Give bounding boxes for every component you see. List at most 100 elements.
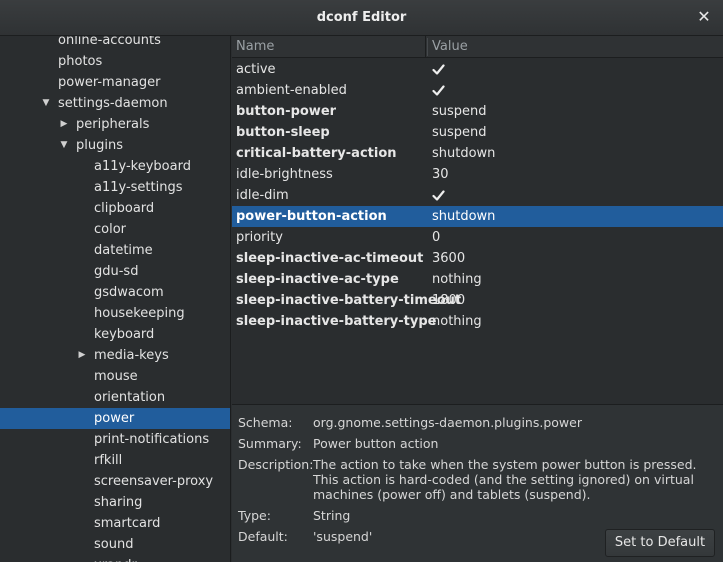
tree-item-keyboard[interactable]: keyboard — [0, 324, 230, 345]
tree-item-a11y-keyboard[interactable]: a11y-keyboard — [0, 156, 230, 177]
tree-item-label: keyboard — [94, 327, 155, 342]
set-to-default-button[interactable]: Set to Default — [605, 529, 715, 557]
key-name: idle-dim — [236, 188, 289, 203]
summary-label: Summary: — [238, 436, 302, 451]
key-row-active[interactable]: active — [232, 59, 723, 80]
key-row-sleep-inactive-ac-type[interactable]: sleep-inactive-ac-type nothing — [232, 269, 723, 290]
key-value[interactable]: 1800 — [432, 290, 465, 311]
tree-item-settings-daemon[interactable]: ▼ settings-daemon — [0, 93, 230, 114]
tree-item-label: clipboard — [94, 201, 155, 216]
tree-item-sharing[interactable]: sharing — [0, 492, 230, 513]
expander-open-icon[interactable]: ▼ — [40, 93, 52, 114]
key-value[interactable]: shutdown — [432, 143, 495, 164]
tree-item-housekeeping[interactable]: housekeeping — [0, 303, 230, 324]
expander-closed-icon[interactable]: ▶ — [76, 345, 88, 366]
tree-item-photos[interactable]: photos — [0, 51, 230, 72]
tree-item-label: online-accounts — [58, 36, 161, 48]
schema-tree[interactable]: online-accounts photos power-manager ▼ sett… — [0, 36, 231, 562]
type-value: String — [313, 508, 351, 523]
key-name: priority — [236, 230, 283, 245]
key-value[interactable]: suspend — [432, 101, 487, 122]
tree-item-mouse[interactable]: mouse — [0, 366, 230, 387]
column-header-name[interactable]: Name — [236, 36, 426, 58]
key-name: sleep-inactive-battery-timeout — [236, 293, 462, 308]
key-row-sleep-inactive-ac-timeout[interactable]: sleep-inactive-ac-timeout 3600 — [232, 248, 723, 269]
expander-open-icon[interactable]: ▼ — [58, 135, 70, 156]
keys-table[interactable]: Name Value active ambient-enabled button-p… — [232, 36, 723, 404]
key-row-sleep-inactive-battery-timeout[interactable]: sleep-inactive-battery-timeout 1800 — [232, 290, 723, 311]
description-label: Description: — [238, 457, 314, 472]
key-row-button-sleep[interactable]: button-sleep suspend — [232, 122, 723, 143]
key-name: button-power — [236, 104, 337, 119]
column-separator — [427, 38, 428, 56]
tree-item-label: screensaver-proxy — [94, 474, 214, 489]
tree-item-label: a11y-keyboard — [94, 159, 191, 174]
tree-item-orientation[interactable]: orientation — [0, 387, 230, 408]
tree-item-label: sound — [94, 537, 134, 552]
tree-item-label: color — [94, 222, 127, 237]
tree-item-xrandr[interactable]: xrandr — [0, 555, 230, 562]
table-header: Name Value — [232, 36, 723, 58]
key-row-button-power[interactable]: button-power suspend — [232, 101, 723, 122]
tree-item-print-notifications[interactable]: print-notifications — [0, 429, 230, 450]
tree-item-label: xrandr — [94, 555, 137, 562]
tree-item-label: a11y-settings — [94, 180, 183, 195]
tree-item-gsdwacom[interactable]: gsdwacom — [0, 282, 230, 303]
key-name: sleep-inactive-ac-timeout — [236, 251, 424, 266]
key-row-idle-dim[interactable]: idle-dim — [232, 185, 723, 206]
tree-item-a11y-settings[interactable]: a11y-settings — [0, 177, 230, 198]
key-name: sleep-inactive-ac-type — [236, 272, 399, 287]
tree-item-color[interactable]: color — [0, 219, 230, 240]
schema-label: Schema: — [238, 415, 293, 430]
tree-item-power[interactable]: power — [0, 408, 230, 429]
key-value[interactable]: nothing — [432, 311, 482, 332]
key-value[interactable]: 3600 — [432, 248, 465, 269]
tree-item-label: power-manager — [58, 75, 161, 90]
schema-value: org.gnome.settings-daemon.plugins.power — [313, 415, 582, 430]
key-value[interactable]: shutdown — [432, 206, 495, 227]
expander-closed-icon[interactable]: ▶ — [58, 114, 70, 135]
tree-item-label: peripherals — [76, 117, 150, 132]
tree-item-clipboard[interactable]: clipboard — [0, 198, 230, 219]
tree-item-label: rfkill — [94, 453, 123, 468]
tree-item-gdu-sd[interactable]: gdu-sd — [0, 261, 230, 282]
tree-item-sound[interactable]: sound — [0, 534, 230, 555]
key-row-sleep-inactive-battery-type[interactable]: sleep-inactive-battery-type nothing — [232, 311, 723, 332]
key-row-idle-brightness[interactable]: idle-brightness 30 — [232, 164, 723, 185]
column-header-value[interactable]: Value — [432, 36, 468, 58]
tree-item-plugins[interactable]: ▼ plugins — [0, 135, 230, 156]
tree-item-label: sharing — [94, 495, 143, 510]
key-value[interactable]: 0 — [432, 227, 440, 248]
tree-item-label: photos — [58, 54, 103, 69]
tree-item-label: orientation — [94, 390, 166, 405]
tree-item-label: settings-daemon — [58, 96, 168, 111]
tree-item-smartcard[interactable]: smartcard — [0, 513, 230, 534]
tree-item-rfkill[interactable]: rfkill — [0, 450, 230, 471]
tree-item-label: print-notifications — [94, 432, 210, 447]
tree-item-power-manager[interactable]: power-manager — [0, 72, 230, 93]
key-value[interactable]: nothing — [432, 269, 482, 290]
tree-item-label: media-keys — [94, 348, 169, 363]
tree-item-media-keys[interactable]: ▶ media-keys — [0, 345, 230, 366]
close-icon[interactable]: ✕ — [695, 8, 713, 26]
tree-item-label: datetime — [94, 243, 153, 258]
tree-item-peripherals[interactable]: ▶ peripherals — [0, 114, 230, 135]
tree-item-label: gsdwacom — [94, 285, 164, 300]
key-value[interactable]: 30 — [432, 164, 449, 185]
key-row-power-button-action[interactable]: power-button-action shutdown — [232, 206, 723, 227]
window-title: dconf Editor — [316, 10, 407, 25]
tree-item-datetime[interactable]: datetime — [0, 240, 230, 261]
default-label: Default: — [238, 529, 288, 544]
tree-item-label: plugins — [76, 138, 123, 153]
key-row-critical-battery-action[interactable]: critical-battery-action shutdown — [232, 143, 723, 164]
key-row-priority[interactable]: priority 0 — [232, 227, 723, 248]
tree-item-online-accounts[interactable]: online-accounts — [0, 36, 230, 51]
key-value[interactable]: suspend — [432, 122, 487, 143]
description-value: The action to take when the system power… — [313, 457, 697, 502]
key-name: button-sleep — [236, 125, 330, 140]
tree-item-label: gdu-sd — [94, 264, 139, 279]
summary-value: Power button action — [313, 436, 439, 451]
tree-item-screensaver-proxy[interactable]: screensaver-proxy — [0, 471, 230, 492]
key-row-ambient-enabled[interactable]: ambient-enabled — [232, 80, 723, 101]
key-name: idle-brightness — [236, 167, 333, 182]
